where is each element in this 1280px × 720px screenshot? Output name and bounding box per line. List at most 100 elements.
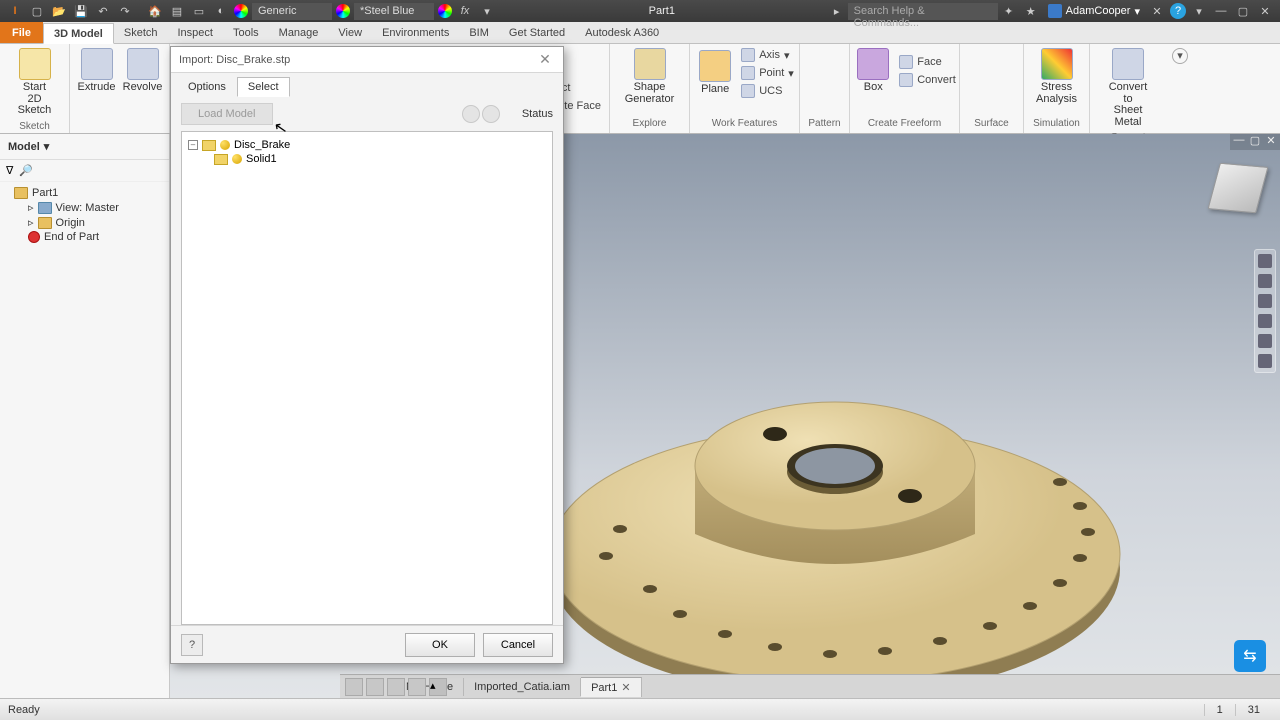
sub-close-button[interactable]: ✕	[1264, 134, 1278, 150]
dialog-cancel-button[interactable]: Cancel	[483, 633, 553, 657]
next-icon[interactable]	[482, 105, 500, 123]
status-bar: Ready 1 31	[0, 698, 1280, 720]
exchange-icon[interactable]: ✕	[1148, 2, 1166, 20]
browser-dropdown-icon[interactable]: ▾	[44, 140, 50, 153]
favorite-icon[interactable]: ★	[1022, 2, 1040, 20]
doctab-part1[interactable]: Part1✕	[581, 677, 642, 697]
close-button[interactable]: ✕	[1257, 5, 1273, 18]
redo-icon[interactable]: ↷	[116, 2, 134, 20]
prev-icon[interactable]	[462, 105, 480, 123]
viewcube[interactable]	[1208, 163, 1269, 214]
a360-share-button[interactable]: ⇆	[1234, 640, 1266, 672]
plane-button[interactable]: Plane	[695, 48, 735, 98]
extrude-button[interactable]: Extrude	[75, 46, 119, 96]
shape-gen-icon	[634, 48, 666, 80]
team-icon[interactable]: ▤	[168, 2, 186, 20]
user-menu[interactable]: AdamCooper▾	[1048, 4, 1140, 18]
start-2d-sketch-button[interactable]: Start 2D Sketch	[8, 46, 62, 119]
tab-view[interactable]: View	[328, 22, 372, 43]
point-button[interactable]: Point▾	[741, 64, 794, 82]
tab-manage[interactable]: Manage	[269, 22, 329, 43]
dialog-tab-select[interactable]: Select	[237, 77, 290, 97]
nav-pan-icon[interactable]	[1258, 294, 1272, 308]
view-uparrow-icon[interactable]: ▴	[429, 678, 447, 696]
tab-getstarted[interactable]: Get Started	[499, 22, 575, 43]
subwindow-controls: — ▢ ✕	[1230, 134, 1280, 150]
tree-part[interactable]: Part1	[6, 186, 163, 200]
dialog-tree-root[interactable]: – Disc_Brake	[188, 138, 546, 152]
doctab-imported[interactable]: Imported_Catia.iam	[464, 678, 581, 696]
part-icon	[14, 187, 28, 199]
freeform-box-button[interactable]: Box	[853, 46, 893, 96]
tree-view[interactable]: ▹View: Master	[6, 200, 163, 215]
material-dropdown[interactable]: *Steel Blue	[354, 3, 434, 20]
nav-more-icon[interactable]	[1258, 354, 1272, 368]
nav-orbit-icon[interactable]	[1258, 274, 1272, 288]
maximize-button[interactable]: ▢	[1235, 5, 1251, 18]
search-caret-icon[interactable]: ▸	[828, 2, 846, 20]
minimize-button[interactable]: —	[1213, 5, 1229, 17]
new-icon[interactable]: ▢	[28, 2, 46, 20]
stress-analysis-button[interactable]: Stress Analysis	[1030, 46, 1084, 107]
dialog-tree[interactable]: – Disc_Brake Solid1	[181, 131, 553, 625]
collapse-icon[interactable]: –	[188, 140, 198, 150]
find-icon[interactable]: 🔎	[19, 164, 33, 177]
material-icon[interactable]: ◐	[212, 2, 230, 20]
open-icon[interactable]: 📂	[50, 2, 68, 20]
tab-3dmodel[interactable]: 3D Model	[43, 23, 114, 44]
tab-inspect[interactable]: Inspect	[168, 22, 223, 43]
sub-maximize-button[interactable]: ▢	[1248, 134, 1262, 150]
dialog-ok-button[interactable]: OK	[405, 633, 475, 657]
tree-origin[interactable]: ▹Origin	[6, 215, 163, 230]
app-menu-icon[interactable]: I	[6, 2, 24, 20]
sub-minimize-button[interactable]: —	[1232, 134, 1246, 150]
fx-icon[interactable]: fx	[456, 2, 474, 20]
browser-header[interactable]: Model	[8, 141, 40, 153]
ribbon-tabs: File 3D Model Sketch Inspect Tools Manag…	[0, 22, 1280, 44]
dialog-tree-child[interactable]: Solid1	[188, 152, 546, 166]
ribbon-collapse-icon[interactable]: ▾	[1172, 48, 1188, 64]
signin-star-icon[interactable]: ✦	[1000, 2, 1018, 20]
color-theme-icon[interactable]	[438, 4, 452, 18]
undo-icon[interactable]: ↶	[94, 2, 112, 20]
dialog-tab-options[interactable]: Options	[177, 77, 237, 97]
status-value-1: 1	[1204, 704, 1235, 716]
revolve-button[interactable]: Revolve	[121, 46, 165, 96]
tab-environments[interactable]: Environments	[372, 22, 459, 43]
home-icon[interactable]: 🏠	[146, 2, 164, 20]
nav-lookat-icon[interactable]	[1258, 334, 1272, 348]
save-icon[interactable]: 💾	[72, 2, 90, 20]
convert-sheetmetal-button[interactable]: Convert to Sheet Metal	[1101, 46, 1155, 130]
nav-zoom-icon[interactable]	[1258, 314, 1272, 328]
appearance-swatch-icon[interactable]	[234, 4, 248, 18]
dialog-close-button[interactable]: ✕	[535, 51, 555, 68]
freeform-face-button[interactable]: Face	[899, 53, 956, 71]
file-tab[interactable]: File	[0, 22, 43, 43]
view-layout2-icon[interactable]	[366, 678, 384, 696]
tree-eop[interactable]: End of Part	[6, 230, 163, 244]
doctab-close-icon[interactable]: ✕	[621, 682, 630, 694]
load-model-button[interactable]: Load Model	[181, 103, 273, 125]
view-layout3-icon[interactable]	[387, 678, 405, 696]
ucs-button[interactable]: UCS	[741, 82, 794, 100]
qatdrop-icon[interactable]: ▾	[478, 2, 496, 20]
select-icon[interactable]: ▭	[190, 2, 208, 20]
view-layout1-icon[interactable]	[345, 678, 363, 696]
tab-sketch[interactable]: Sketch	[114, 22, 168, 43]
tab-a360[interactable]: Autodesk A360	[575, 22, 669, 43]
dialog-help-button[interactable]: ?	[181, 634, 203, 656]
origin-icon	[38, 217, 52, 229]
freeform-convert-button[interactable]: Convert	[899, 71, 956, 89]
view-layout4-icon[interactable]	[408, 678, 426, 696]
filter-icon[interactable]: ∇	[6, 164, 13, 177]
helpdrop-icon[interactable]: ▾	[1190, 2, 1208, 20]
shape-generator-button[interactable]: Shape Generator	[623, 46, 677, 107]
tab-bim[interactable]: BIM	[459, 22, 499, 43]
appearance-dropdown[interactable]: Generic	[252, 3, 332, 20]
search-input[interactable]: Search Help & Commands...	[848, 3, 998, 20]
nav-home-icon[interactable]	[1258, 254, 1272, 268]
material-swatch-icon[interactable]	[336, 4, 350, 18]
tab-tools[interactable]: Tools	[223, 22, 269, 43]
help-icon[interactable]: ?	[1170, 3, 1186, 19]
axis-button[interactable]: Axis▾	[741, 46, 794, 64]
